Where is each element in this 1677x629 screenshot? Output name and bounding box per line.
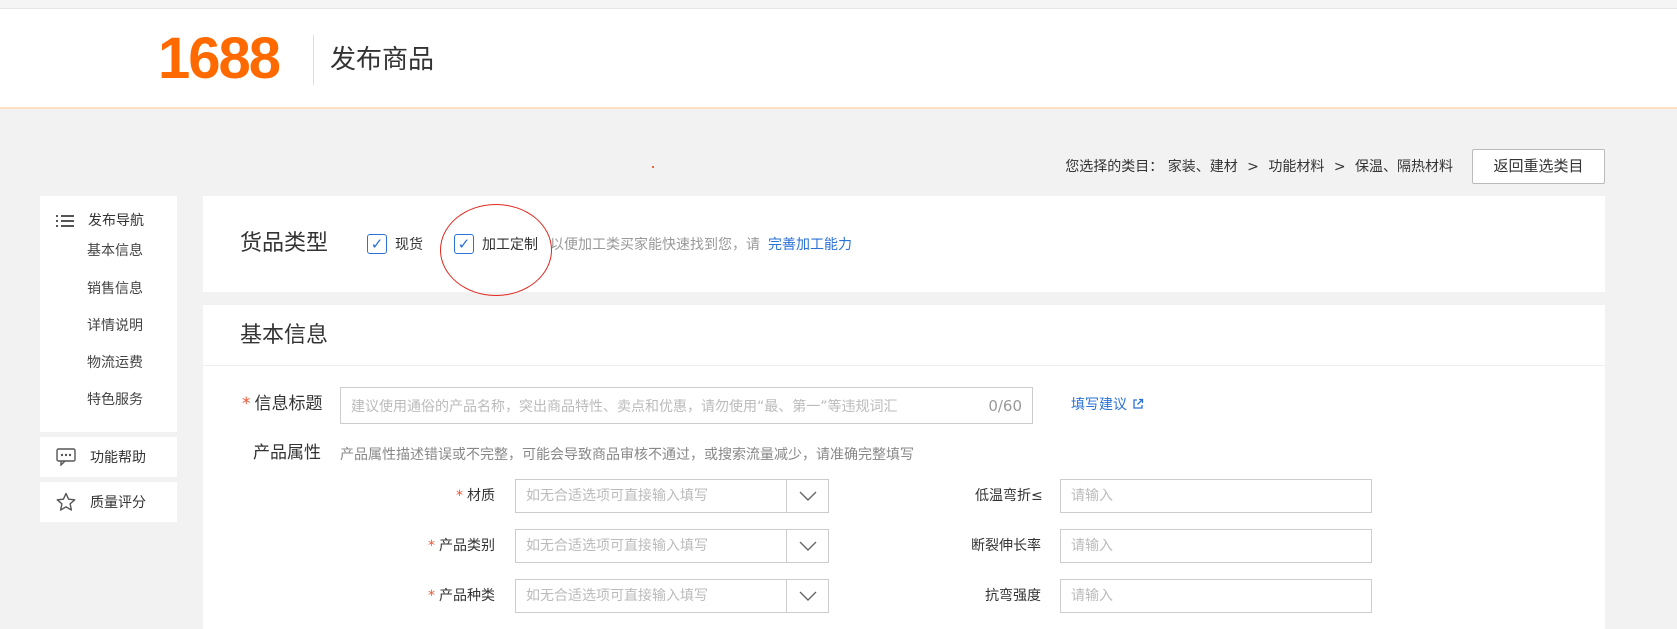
elongation-input[interactable]: 请输入 (1060, 529, 1372, 563)
section-divider (203, 365, 1605, 366)
help-label: 功能帮助 (90, 450, 146, 466)
list-icon (56, 214, 74, 228)
flexural-strength-label: 抗弯强度 (985, 588, 1041, 604)
star-icon (56, 492, 76, 512)
category-separator: > (1333, 159, 1346, 175)
char-counter: 0/60 (988, 396, 1022, 415)
basic-info-panel: 基本信息 (203, 305, 1605, 629)
product-attr-label: 产品属性 (253, 443, 321, 463)
fill-suggestion-label: 填写建议 (1071, 397, 1127, 413)
publish-nav-header: 发布导航 (56, 212, 144, 230)
goods-type-title: 货品类型 (240, 231, 329, 256)
nav-item-sales-info[interactable]: 销售信息 (87, 280, 143, 298)
nav-item-details[interactable]: 详情说明 (87, 317, 143, 335)
product-category-placeholder: 如无合适选项可直接输入填写 (526, 538, 708, 554)
nav-item-basic-info[interactable]: 基本信息 (87, 242, 143, 260)
top-strip (0, 0, 1677, 9)
processing-hint: 以便加工类买家能快速找到您，请 (550, 237, 760, 253)
basic-info-title: 基本信息 (240, 323, 329, 348)
fill-suggestion-link[interactable]: 填写建议 (1071, 394, 1144, 414)
publish-nav-title: 发布导航 (88, 213, 144, 229)
chevron-down-icon[interactable] (786, 530, 828, 562)
logo-divider (313, 35, 314, 85)
annotation-circle (440, 204, 552, 296)
chevron-down-icon[interactable] (786, 480, 828, 512)
page-header: 1688 发布商品 (0, 9, 1677, 109)
product-kind-label: * 产品种类 (428, 588, 495, 604)
chat-bubble-icon (56, 447, 76, 467)
low-temp-bend-label: 低温弯折≤ (975, 488, 1043, 504)
category-separator: > (1247, 159, 1259, 175)
product-category-select[interactable]: 如无合适选项可直接输入填写 (515, 529, 829, 563)
quality-score-card[interactable]: 质量评分 (40, 482, 177, 522)
elongation-label: 断裂伸长率 (971, 538, 1041, 554)
info-title-placeholder: 建议使用通俗的产品名称，突出商品特性、卖点和优惠，请勿使用“最、第一”等违规词汇 (351, 398, 898, 415)
category-breadcrumb: 您选择的类目： 家装、建材 > 功能材料 > 保温、隔热材料 (1065, 157, 1453, 177)
nav-item-special-service[interactable]: 特色服务 (87, 391, 143, 409)
improve-processing-link[interactable]: 完善加工能力 (768, 234, 852, 254)
nav-item-shipping[interactable]: 物流运费 (87, 354, 143, 372)
option-in-stock[interactable]: ✓ 现货 (367, 234, 423, 254)
product-attr-hint: 产品属性描述错误或不完整，可能会导致商品审核不通过，或搜索流量减少，请准确完整填… (340, 447, 914, 463)
publish-nav: 发布导航 基本信息 销售信息 详情说明 物流运费 特色服务 (40, 196, 177, 432)
logo[interactable]: 1688 (158, 28, 281, 90)
flexural-strength-input[interactable]: 请输入 (1060, 579, 1372, 613)
page-title: 发布商品 (330, 45, 435, 75)
low-temp-bend-input[interactable]: 请输入 (1060, 479, 1372, 513)
chevron-down-icon[interactable] (786, 580, 828, 612)
info-title-label: * 信息标题 (242, 394, 323, 414)
stray-dot (652, 166, 654, 168)
required-mark: * (242, 394, 251, 414)
category-level-2: 功能材料 (1268, 159, 1325, 175)
product-kind-select[interactable]: 如无合适选项可直接输入填写 (515, 579, 829, 613)
info-title-input[interactable]: 建议使用通俗的产品名称，突出商品特性、卖点和优惠，请勿使用“最、第一”等违规词汇… (340, 387, 1033, 424)
material-placeholder: 如无合适选项可直接输入填写 (526, 488, 708, 504)
product-kind-placeholder: 如无合适选项可直接输入填写 (526, 588, 708, 604)
in-stock-checkbox[interactable]: ✓ (367, 234, 387, 254)
category-level-3: 保温、隔热材料 (1355, 159, 1453, 175)
category-prefix: 您选择的类目： (1065, 159, 1164, 175)
help-card[interactable]: 功能帮助 (40, 437, 177, 477)
material-select[interactable]: 如无合适选项可直接输入填写 (515, 479, 829, 513)
material-label: * 材质 (456, 488, 495, 504)
external-link-icon (1133, 398, 1144, 409)
quality-score-label: 质量评分 (90, 495, 146, 511)
in-stock-label: 现货 (395, 237, 423, 253)
product-category-label: * 产品类别 (428, 538, 495, 554)
category-level-1: 家装、建材 (1167, 159, 1238, 175)
reselect-category-button[interactable]: 返回重选类目 (1472, 149, 1605, 184)
